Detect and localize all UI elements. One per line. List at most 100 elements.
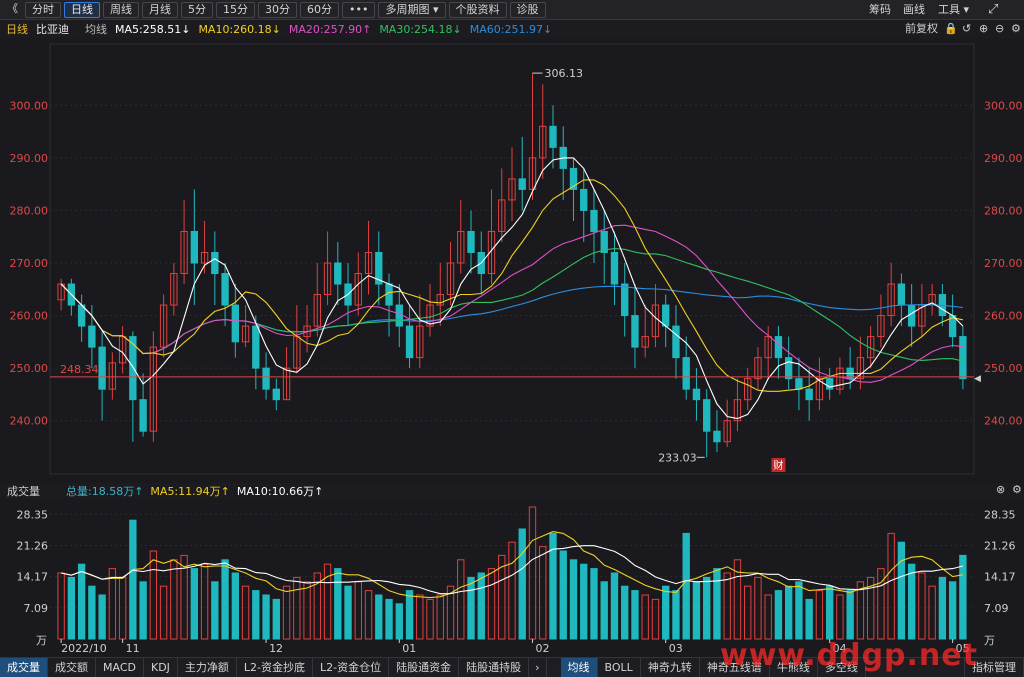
high-label: 306.13	[544, 67, 583, 80]
tab-l2-position[interactable]: L2-资金仓位	[313, 658, 390, 677]
candle-body	[610, 251, 619, 285]
price-tick-right: 280.00	[984, 204, 1023, 217]
volume-bar	[518, 528, 526, 640]
volume-bar	[508, 541, 516, 640]
volume-bar	[457, 559, 465, 640]
low-label: 233.03	[658, 451, 697, 464]
volume-bar	[795, 581, 803, 640]
tab-hk-connect-hold[interactable]: 陆股通持股	[459, 658, 530, 677]
volume-ma10: MA10:10.66万↑	[236, 485, 324, 498]
price-tick-right: 300.00	[984, 99, 1023, 112]
undo-icon[interactable]: ↺	[962, 21, 971, 37]
volume-bar	[241, 585, 250, 640]
settings-icon[interactable]: ⚙	[1011, 21, 1021, 37]
volume-bar	[897, 541, 906, 640]
price-tick-right: 250.00	[984, 362, 1023, 375]
chip-button[interactable]: 筹码	[869, 2, 891, 18]
volume-bar	[672, 590, 680, 640]
volume-bar	[282, 585, 291, 640]
candle-body	[88, 325, 96, 348]
ma60-value: MA60:251.97↓	[469, 22, 553, 36]
candle-body	[774, 336, 783, 359]
period-label: 日线	[6, 23, 28, 36]
volume-title: 成交量	[7, 485, 40, 498]
volume-bar	[836, 594, 844, 640]
settings-icon[interactable]: ⚙	[1012, 483, 1022, 496]
price-chart[interactable]: 300.00 300.00 290.00 290.00 280.00 280.00 270.…	[0, 38, 1024, 483]
volume-bar	[149, 550, 158, 640]
volume-bar	[610, 572, 619, 640]
ma-label[interactable]: 均线	[85, 21, 107, 37]
ma-legend: 日线 比亚迪 均线 MA5:258.51↓ MA10:260.18↓ MA20:…	[0, 20, 1024, 38]
volume-chart[interactable]: 28.35 28.3521.26 21.2614.17 14.177.09 7.09万万…	[0, 499, 1024, 657]
volume-total: 总量:18.58万↑	[66, 485, 144, 498]
candle-body	[692, 388, 701, 401]
tab-nine-turn[interactable]: 神奇九转	[641, 658, 700, 677]
period-button-5min[interactable]: 5分	[181, 1, 213, 18]
volume-bar	[948, 581, 957, 640]
draw-line-button[interactable]: 画线	[903, 2, 925, 18]
tab-boll[interactable]: BOLL	[598, 658, 641, 677]
tab-hk-connect-flow[interactable]: 陆股通资金	[389, 658, 460, 677]
lock-icon[interactable]: 🔒	[944, 21, 958, 37]
volume-bar	[375, 594, 383, 640]
candle-body	[262, 367, 270, 390]
ma10-value: MA10:260.18↓	[198, 22, 281, 36]
volume-bar	[190, 568, 199, 640]
tab-ma[interactable]: 均线	[560, 658, 598, 677]
tools-dropdown[interactable]: 工具 ▾	[938, 2, 969, 18]
period-button-30min[interactable]: 30分	[258, 1, 297, 18]
tab-macd[interactable]: MACD	[96, 658, 144, 677]
period-button-monthly[interactable]: 月线	[142, 1, 178, 18]
zoom-in-icon[interactable]: ⊕	[979, 21, 988, 37]
stock-info-button[interactable]: 个股资料	[448, 1, 507, 18]
zoom-out-icon[interactable]: ⊖	[995, 21, 1004, 37]
price-tick-left: 250.00	[10, 362, 49, 375]
candle-body	[395, 304, 403, 327]
volume-bar	[692, 581, 701, 640]
volume-bar	[211, 581, 219, 640]
volume-bar	[641, 594, 649, 640]
candle-body	[190, 230, 199, 264]
candle-body	[467, 230, 475, 253]
volume-bar	[231, 572, 240, 640]
ma30-line	[60, 248, 964, 362]
candle-body	[703, 399, 711, 432]
price-grid	[49, 43, 975, 475]
expand-icon[interactable]: ⤢	[988, 2, 998, 18]
candle-body	[252, 325, 260, 369]
volume-bar	[200, 563, 209, 640]
volume-bar	[487, 568, 496, 640]
close-icon[interactable]: ⊗	[996, 483, 1005, 496]
candle-body	[231, 304, 240, 343]
diagnose-button[interactable]: 诊股	[509, 1, 546, 18]
volume-bar	[774, 590, 783, 640]
multi-period-dropdown[interactable]: 多周期图 ▾	[378, 1, 446, 18]
period-button-15min[interactable]: 15分	[216, 1, 255, 18]
candle-body	[907, 304, 916, 327]
tab-main-net[interactable]: 主力净额	[178, 658, 237, 677]
tab-kdj[interactable]: KDJ	[144, 658, 178, 677]
tabs-scroll-right-icon[interactable]: ›	[529, 658, 547, 677]
volume-bar	[703, 576, 711, 640]
adjust-dropdown[interactable]: 前复权	[905, 21, 938, 37]
collapse-icon[interactable]: 《	[3, 2, 22, 18]
more-periods-button[interactable]: •••	[342, 1, 376, 18]
candle-body	[139, 399, 147, 432]
tab-volume[interactable]: 成交量	[0, 658, 48, 677]
candle-body	[672, 325, 680, 359]
candle-body	[631, 315, 639, 348]
period-button-60min[interactable]: 60分	[300, 1, 339, 18]
candle-body	[805, 388, 813, 401]
volume-bar	[395, 603, 403, 640]
period-button-daily[interactable]: 日线	[64, 1, 100, 18]
tab-l2-bottom[interactable]: L2-资金抄底	[237, 658, 314, 677]
ma20-value: MA20:257.90↑	[288, 22, 372, 36]
period-button-intraday[interactable]: 分时	[25, 1, 61, 18]
volume-bar	[344, 585, 352, 640]
volume-bar	[580, 563, 588, 640]
period-button-weekly[interactable]: 周线	[103, 1, 139, 18]
date-label: 01	[402, 642, 416, 655]
volume-ma5: MA5:11.94万↑	[150, 485, 230, 498]
tab-turnover[interactable]: 成交额	[48, 658, 96, 677]
